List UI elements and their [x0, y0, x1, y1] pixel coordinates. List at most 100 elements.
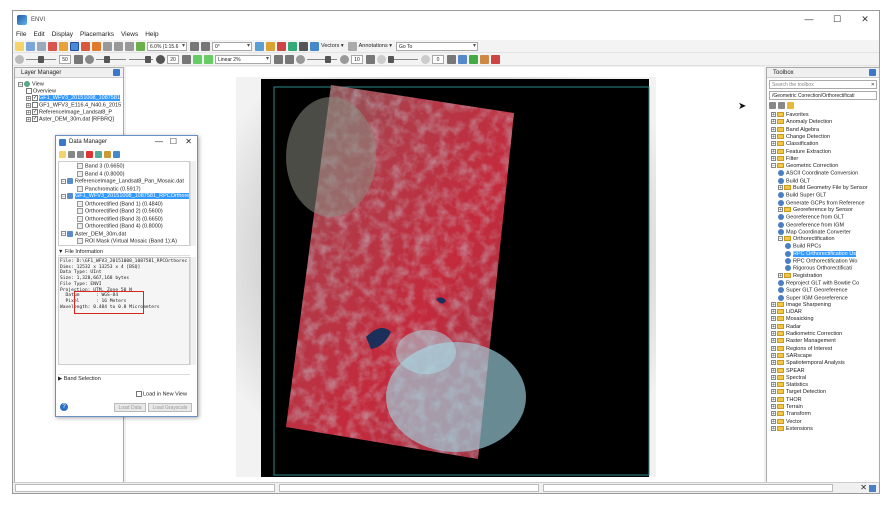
expand-toggle-icon[interactable]: −: [61, 178, 66, 184]
dm-band-item[interactable]: Orthorectified (Band 3) (0.6650): [77, 215, 163, 223]
toolbox-item[interactable]: Rigorous Orthorectificati: [785, 265, 852, 272]
swipe-icon[interactable]: [491, 54, 500, 64]
expand-toggle-icon[interactable]: +: [771, 119, 776, 125]
expand-toggle-icon[interactable]: +: [771, 301, 776, 307]
zoom-in-icon[interactable]: [103, 41, 112, 51]
roam-icon[interactable]: [81, 41, 90, 51]
toolbox-item[interactable]: + Vector: [771, 419, 802, 426]
expand-toggle-icon[interactable]: +: [771, 425, 776, 431]
sharpen-value[interactable]: 10: [351, 54, 363, 64]
menu-help[interactable]: Help: [145, 31, 158, 38]
transparency-value[interactable]: 0: [432, 54, 444, 64]
toolbox-item[interactable]: + Anomaly Detection: [771, 119, 832, 126]
layer-checkbox[interactable]: [32, 95, 38, 101]
toolbox-item[interactable]: + Image Sharpening: [771, 302, 831, 309]
expand-toggle-icon[interactable]: +: [771, 389, 776, 395]
portal-icon[interactable]: [458, 54, 467, 64]
toolbox-path-field[interactable]: /Geometric Correction/Orthorectificati: [769, 91, 877, 100]
toolbox-item[interactable]: + Terrain: [771, 404, 803, 411]
toolbox-item[interactable]: + Change Detection: [771, 134, 830, 141]
grid-icon[interactable]: [299, 41, 308, 51]
dm-band-item[interactable]: Band 3 (0.6650): [77, 163, 124, 170]
flicker-icon[interactable]: [480, 54, 489, 64]
annotation-icon[interactable]: [347, 41, 357, 51]
toolbox-item[interactable]: + Extensions: [771, 426, 813, 433]
load-new-view-checkbox[interactable]: [136, 391, 142, 397]
zoom-combo[interactable]: 6.0% (1:15.6: [147, 41, 187, 51]
brightness-value[interactable]: 50: [59, 54, 71, 64]
dm-file-item[interactable]: − ReferenceImage_Landsat8_Pan_Mosaic.dat: [61, 178, 184, 185]
expand-toggle-icon[interactable]: −: [61, 193, 66, 199]
toolbox-item[interactable]: Build RPCs: [785, 243, 821, 250]
stretch-type-combo[interactable]: Linear 2%: [215, 54, 271, 64]
open-icon[interactable]: [15, 41, 24, 51]
reset-brightness-icon[interactable]: [74, 54, 83, 64]
pin-icon[interactable]: [113, 69, 120, 76]
collapse-icon[interactable]: [778, 102, 785, 109]
expand-toggle-icon[interactable]: +: [771, 338, 776, 344]
measure-icon[interactable]: [288, 41, 297, 51]
expand-toggle-icon[interactable]: +: [771, 374, 776, 380]
reset-transparency-icon[interactable]: [447, 54, 456, 64]
overview-checkbox[interactable]: [26, 88, 32, 94]
select-icon[interactable]: [70, 41, 79, 51]
toolbox-item[interactable]: Georeference from IGM: [778, 221, 844, 229]
layer-checkbox[interactable]: [32, 102, 38, 108]
expand-toggle-icon[interactable]: +: [771, 133, 776, 139]
cancel-process-icon[interactable]: ✕: [860, 483, 867, 492]
pin-icon[interactable]: [869, 69, 876, 76]
close-button[interactable]: ✕: [851, 11, 879, 28]
save-icon[interactable]: [26, 41, 35, 51]
toolbox-item[interactable]: Map Coordinate Converter: [778, 228, 851, 236]
toolbox-item[interactable]: Build Super GLT: [778, 192, 826, 199]
toolbox-item[interactable]: + Favorites: [771, 112, 809, 119]
toolbox-item[interactable]: Reproject GLT with Bowtie Co: [778, 279, 859, 287]
histogram-icon[interactable]: [285, 54, 294, 64]
roi-icon[interactable]: [310, 41, 319, 51]
pin-file-icon[interactable]: [104, 151, 111, 158]
toolbox-item[interactable]: + Feature Extraction: [771, 149, 831, 156]
layer-view[interactable]: − View: [18, 81, 44, 88]
expand-toggle-icon[interactable]: +: [771, 141, 776, 147]
load-new-view-option[interactable]: Load in New View: [136, 391, 187, 397]
dm-tree-scrollbar[interactable]: [190, 161, 196, 246]
expand-toggle-icon[interactable]: −: [61, 231, 66, 237]
expand-all-icon[interactable]: [68, 151, 75, 158]
load-grayscale-button[interactable]: Load Grayscale: [148, 403, 192, 412]
expand-toggle-icon[interactable]: +: [778, 185, 783, 191]
dm-band-item[interactable]: Orthorectified (Band 4) (0.8000): [77, 223, 163, 230]
annotations-menu[interactable]: Annotations ▾: [359, 43, 392, 49]
toolbox-item[interactable]: + Spatiotemporal Analysis: [771, 360, 845, 367]
expand-toggle-icon[interactable]: +: [771, 396, 776, 402]
toolbox-item[interactable]: + Regions of Interest: [771, 346, 832, 353]
dm-close-button[interactable]: ✕: [185, 137, 192, 146]
dm-band-item[interactable]: Panchromatic (0.5917): [77, 185, 141, 193]
rotate-90-icon[interactable]: [201, 41, 210, 51]
zoom-fixed-icon[interactable]: [125, 41, 134, 51]
load-data-button[interactable]: Load Data: [114, 403, 146, 412]
file-info-scrollbar[interactable]: [190, 257, 196, 365]
brightness-slider[interactable]: [26, 55, 56, 63]
close-file-icon[interactable]: [86, 151, 93, 158]
toolbox-item[interactable]: + Band Algebra: [771, 127, 819, 134]
pan-icon[interactable]: [59, 41, 68, 51]
dm-help-icon[interactable]: ?: [60, 403, 68, 411]
expand-toggle-icon[interactable]: +: [771, 155, 776, 161]
expand-toggle-icon[interactable]: +: [771, 148, 776, 154]
expand-toggle-icon[interactable]: +: [771, 404, 776, 410]
expand-toggle-icon[interactable]: +: [771, 126, 776, 132]
band-selection-header[interactable]: ▶ Band Selection: [58, 374, 190, 382]
help-icon[interactable]: [113, 151, 120, 158]
expand-toggle-icon[interactable]: +: [771, 352, 776, 358]
expand-toggle-icon[interactable]: −: [778, 236, 783, 242]
toolbox-item[interactable]: + Radar: [771, 324, 801, 331]
layer-checkbox[interactable]: [32, 109, 38, 115]
toolbox-item[interactable]: + LiDAR: [771, 309, 802, 316]
minimize-button[interactable]: —: [795, 11, 823, 28]
toolbox-item[interactable]: + THOR: [771, 397, 802, 404]
toolbox-item[interactable]: + SARscape: [771, 353, 812, 360]
toolbox-item[interactable]: RPC Orthorectification Wo: [785, 258, 857, 265]
contrast-slider[interactable]: [96, 55, 126, 63]
menu-views[interactable]: Views: [121, 31, 138, 38]
expand-toggle-icon[interactable]: +: [771, 309, 776, 315]
